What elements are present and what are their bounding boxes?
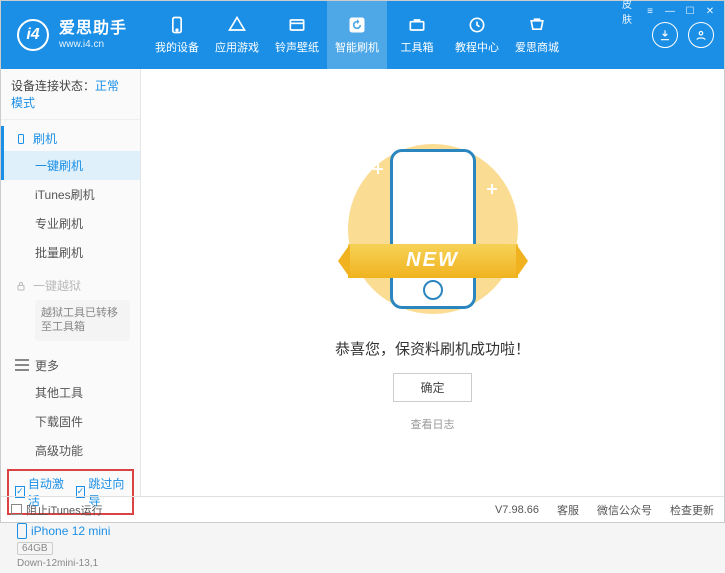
maximize-button[interactable]: ☐	[682, 3, 698, 19]
sidebar-item-other-tools[interactable]: 其他工具	[1, 378, 140, 407]
sidebar-item-batch-flash[interactable]: 批量刷机	[1, 238, 140, 267]
sparkle-icon	[373, 164, 383, 174]
user-button[interactable]	[688, 22, 714, 48]
new-banner: NEW	[348, 244, 518, 278]
phone-icon	[167, 15, 187, 35]
device-name: iPhone 12 mini	[17, 523, 130, 539]
ok-button[interactable]: 确定	[393, 373, 471, 402]
app-title: 爱思助手	[59, 19, 127, 38]
tab-mydevice[interactable]: 我的设备	[147, 1, 207, 69]
block-itunes-checkbox[interactable]: 阻止iTunes运行	[11, 502, 103, 518]
success-message: 恭喜您，保资料刷机成功啦！	[335, 338, 530, 359]
sidebar: 设备连接状态：正常模式 刷机 一键刷机 iTunes刷机 专业刷机 批量刷机 一…	[1, 69, 141, 496]
tab-store[interactable]: 爱思商城	[507, 1, 567, 69]
window-controls: 皮肤 ≡ — ☐ ✕	[622, 3, 718, 19]
archive-icon	[287, 15, 307, 35]
menu-button[interactable]: ≡	[642, 3, 658, 19]
tab-flash[interactable]: 智能刷机	[327, 1, 387, 69]
logo-area: i4 爱思助手 www.i4.cn	[17, 19, 127, 51]
close-button[interactable]: ✕	[702, 3, 718, 19]
connection-status: 设备连接状态：正常模式	[1, 69, 140, 120]
sidebar-header-jailbreak: 一键越狱	[1, 273, 140, 298]
refresh-icon	[347, 15, 367, 35]
apps-icon	[227, 15, 247, 35]
cart-icon	[527, 15, 547, 35]
sidebar-item-download-fw[interactable]: 下载固件	[1, 407, 140, 436]
sidebar-header-more[interactable]: 更多	[1, 353, 140, 378]
version-label: V7.98.66	[495, 504, 539, 516]
success-illustration: NEW	[343, 134, 523, 324]
lock-icon	[15, 280, 27, 292]
book-icon	[467, 15, 487, 35]
device-subtitle: Down-12mini-13,1	[17, 558, 130, 569]
minimize-button[interactable]: —	[662, 3, 678, 19]
app-url: www.i4.cn	[59, 39, 127, 51]
sidebar-item-advanced[interactable]: 高级功能	[1, 436, 140, 465]
tab-ringtones[interactable]: 铃声壁纸	[267, 1, 327, 69]
sidebar-item-oneclick-flash[interactable]: 一键刷机	[1, 151, 140, 180]
device-block[interactable]: iPhone 12 mini 64GB Down-12mini-13,1	[1, 519, 140, 573]
device-capacity: 64GB	[17, 542, 53, 555]
body-area: 设备连接状态：正常模式 刷机 一键刷机 iTunes刷机 专业刷机 批量刷机 一…	[1, 69, 724, 496]
app-window: 皮肤 ≡ — ☐ ✕ i4 爱思助手 www.i4.cn 我的设备 应用游戏 铃…	[0, 0, 725, 523]
phone-illustration	[390, 149, 476, 309]
nav-tabs: 我的设备 应用游戏 铃声壁纸 智能刷机 工具箱 教程中心 爱思商城	[147, 1, 652, 69]
download-button[interactable]	[652, 22, 678, 48]
logo-icon: i4	[17, 19, 49, 51]
tab-toolbox[interactable]: 工具箱	[387, 1, 447, 69]
titlebar: 皮肤 ≡ — ☐ ✕ i4 爱思助手 www.i4.cn 我的设备 应用游戏 铃…	[1, 1, 724, 69]
tab-tutorials[interactable]: 教程中心	[447, 1, 507, 69]
kefu-link[interactable]: 客服	[557, 502, 579, 518]
tab-apps[interactable]: 应用游戏	[207, 1, 267, 69]
jailbreak-note: 越狱工具已转移至工具箱	[35, 300, 130, 341]
skin-button[interactable]: 皮肤	[622, 3, 638, 19]
sidebar-item-pro-flash[interactable]: 专业刷机	[1, 209, 140, 238]
sidebar-item-itunes-flash[interactable]: iTunes刷机	[1, 180, 140, 209]
bottom-bar: 阻止iTunes运行 V7.98.66 客服 微信公众号 检查更新	[1, 496, 724, 522]
main-pane: NEW 恭喜您，保资料刷机成功啦！ 确定 查看日志	[141, 69, 724, 496]
toolbox-icon	[407, 15, 427, 35]
wechat-link[interactable]: 微信公众号	[597, 502, 652, 518]
sidebar-header-flash[interactable]: 刷机	[1, 126, 140, 151]
header-right	[652, 22, 714, 48]
view-log-link[interactable]: 查看日志	[411, 416, 455, 432]
sparkle-icon	[487, 184, 497, 194]
check-update-link[interactable]: 检查更新	[670, 502, 714, 518]
hamburger-icon	[15, 359, 29, 371]
